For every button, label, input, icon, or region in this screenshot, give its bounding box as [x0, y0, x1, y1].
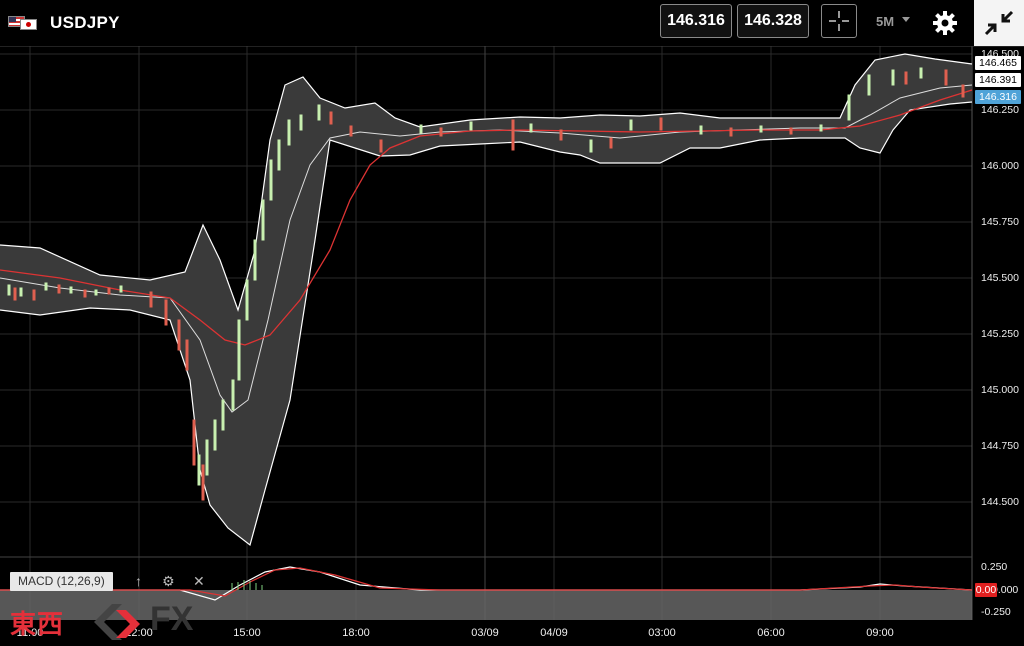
collapse-icon: [984, 10, 1014, 36]
price-axis-label: 145.500: [981, 272, 1019, 284]
bollinger-upper-line: [0, 53, 973, 312]
crosshair-icon: [829, 11, 849, 31]
price-chart[interactable]: [0, 0, 1024, 646]
time-axis-label: 03:00: [648, 627, 676, 639]
time-axis-label: 09:00: [866, 627, 894, 639]
price-axis-label: 145.750: [981, 216, 1019, 228]
watermark-fx-text: FX: [150, 600, 194, 638]
time-axis-label: 04/09: [540, 627, 568, 639]
macd-value-tag: 0.00: [975, 583, 997, 597]
watermark-arrow-icon: [94, 604, 140, 640]
japan-flag-icon: [20, 19, 37, 30]
arrow-up-icon[interactable]: ↑: [135, 573, 142, 589]
watermark-logo: 東西 FX: [10, 600, 210, 640]
price-axis-label: 144.750: [981, 440, 1019, 452]
last-price-tag: 146.316: [975, 90, 1021, 104]
gear-icon[interactable]: ⚙: [162, 573, 175, 589]
price-axis-label: 146.250: [981, 104, 1019, 116]
toolbar: USDJPY 146.316 146.328 5M: [0, 0, 1024, 46]
price-axis-label: 146.000: [981, 160, 1019, 172]
gear-icon[interactable]: [932, 10, 958, 36]
bollinger-lower-line: [0, 101, 973, 547]
time-axis-label: 06:00: [757, 627, 785, 639]
chevron-down-icon[interactable]: [902, 17, 910, 22]
ask-price-button[interactable]: 146.328: [737, 4, 809, 38]
time-axis-label: 18:00: [342, 627, 370, 639]
watermark-kanji: 東西: [10, 610, 65, 640]
macd-axis-label: 0.250: [981, 561, 1008, 573]
bid-price-button[interactable]: 146.316: [660, 4, 732, 38]
price-axis-label: 144.500: [981, 496, 1019, 508]
collapse-button[interactable]: [974, 0, 1024, 46]
macd-axis-label: -0.250: [981, 606, 1011, 618]
time-axis-label: 03/09: [471, 627, 499, 639]
instrument-symbol[interactable]: USDJPY: [50, 13, 120, 33]
price-axis-label: 145.000: [981, 384, 1019, 396]
crosshair-button[interactable]: [821, 4, 857, 38]
upper-band-price-tag: 146.465: [975, 56, 1021, 70]
macd-indicator-label[interactable]: MACD (12,26,9): [10, 572, 113, 591]
timeframe-select[interactable]: 5M: [876, 14, 894, 29]
close-icon[interactable]: ✕: [193, 573, 205, 589]
time-axis-label: 15:00: [233, 627, 261, 639]
middle-band-price-tag: 146.391: [975, 73, 1021, 87]
price-axis-label: 145.250: [981, 328, 1019, 340]
